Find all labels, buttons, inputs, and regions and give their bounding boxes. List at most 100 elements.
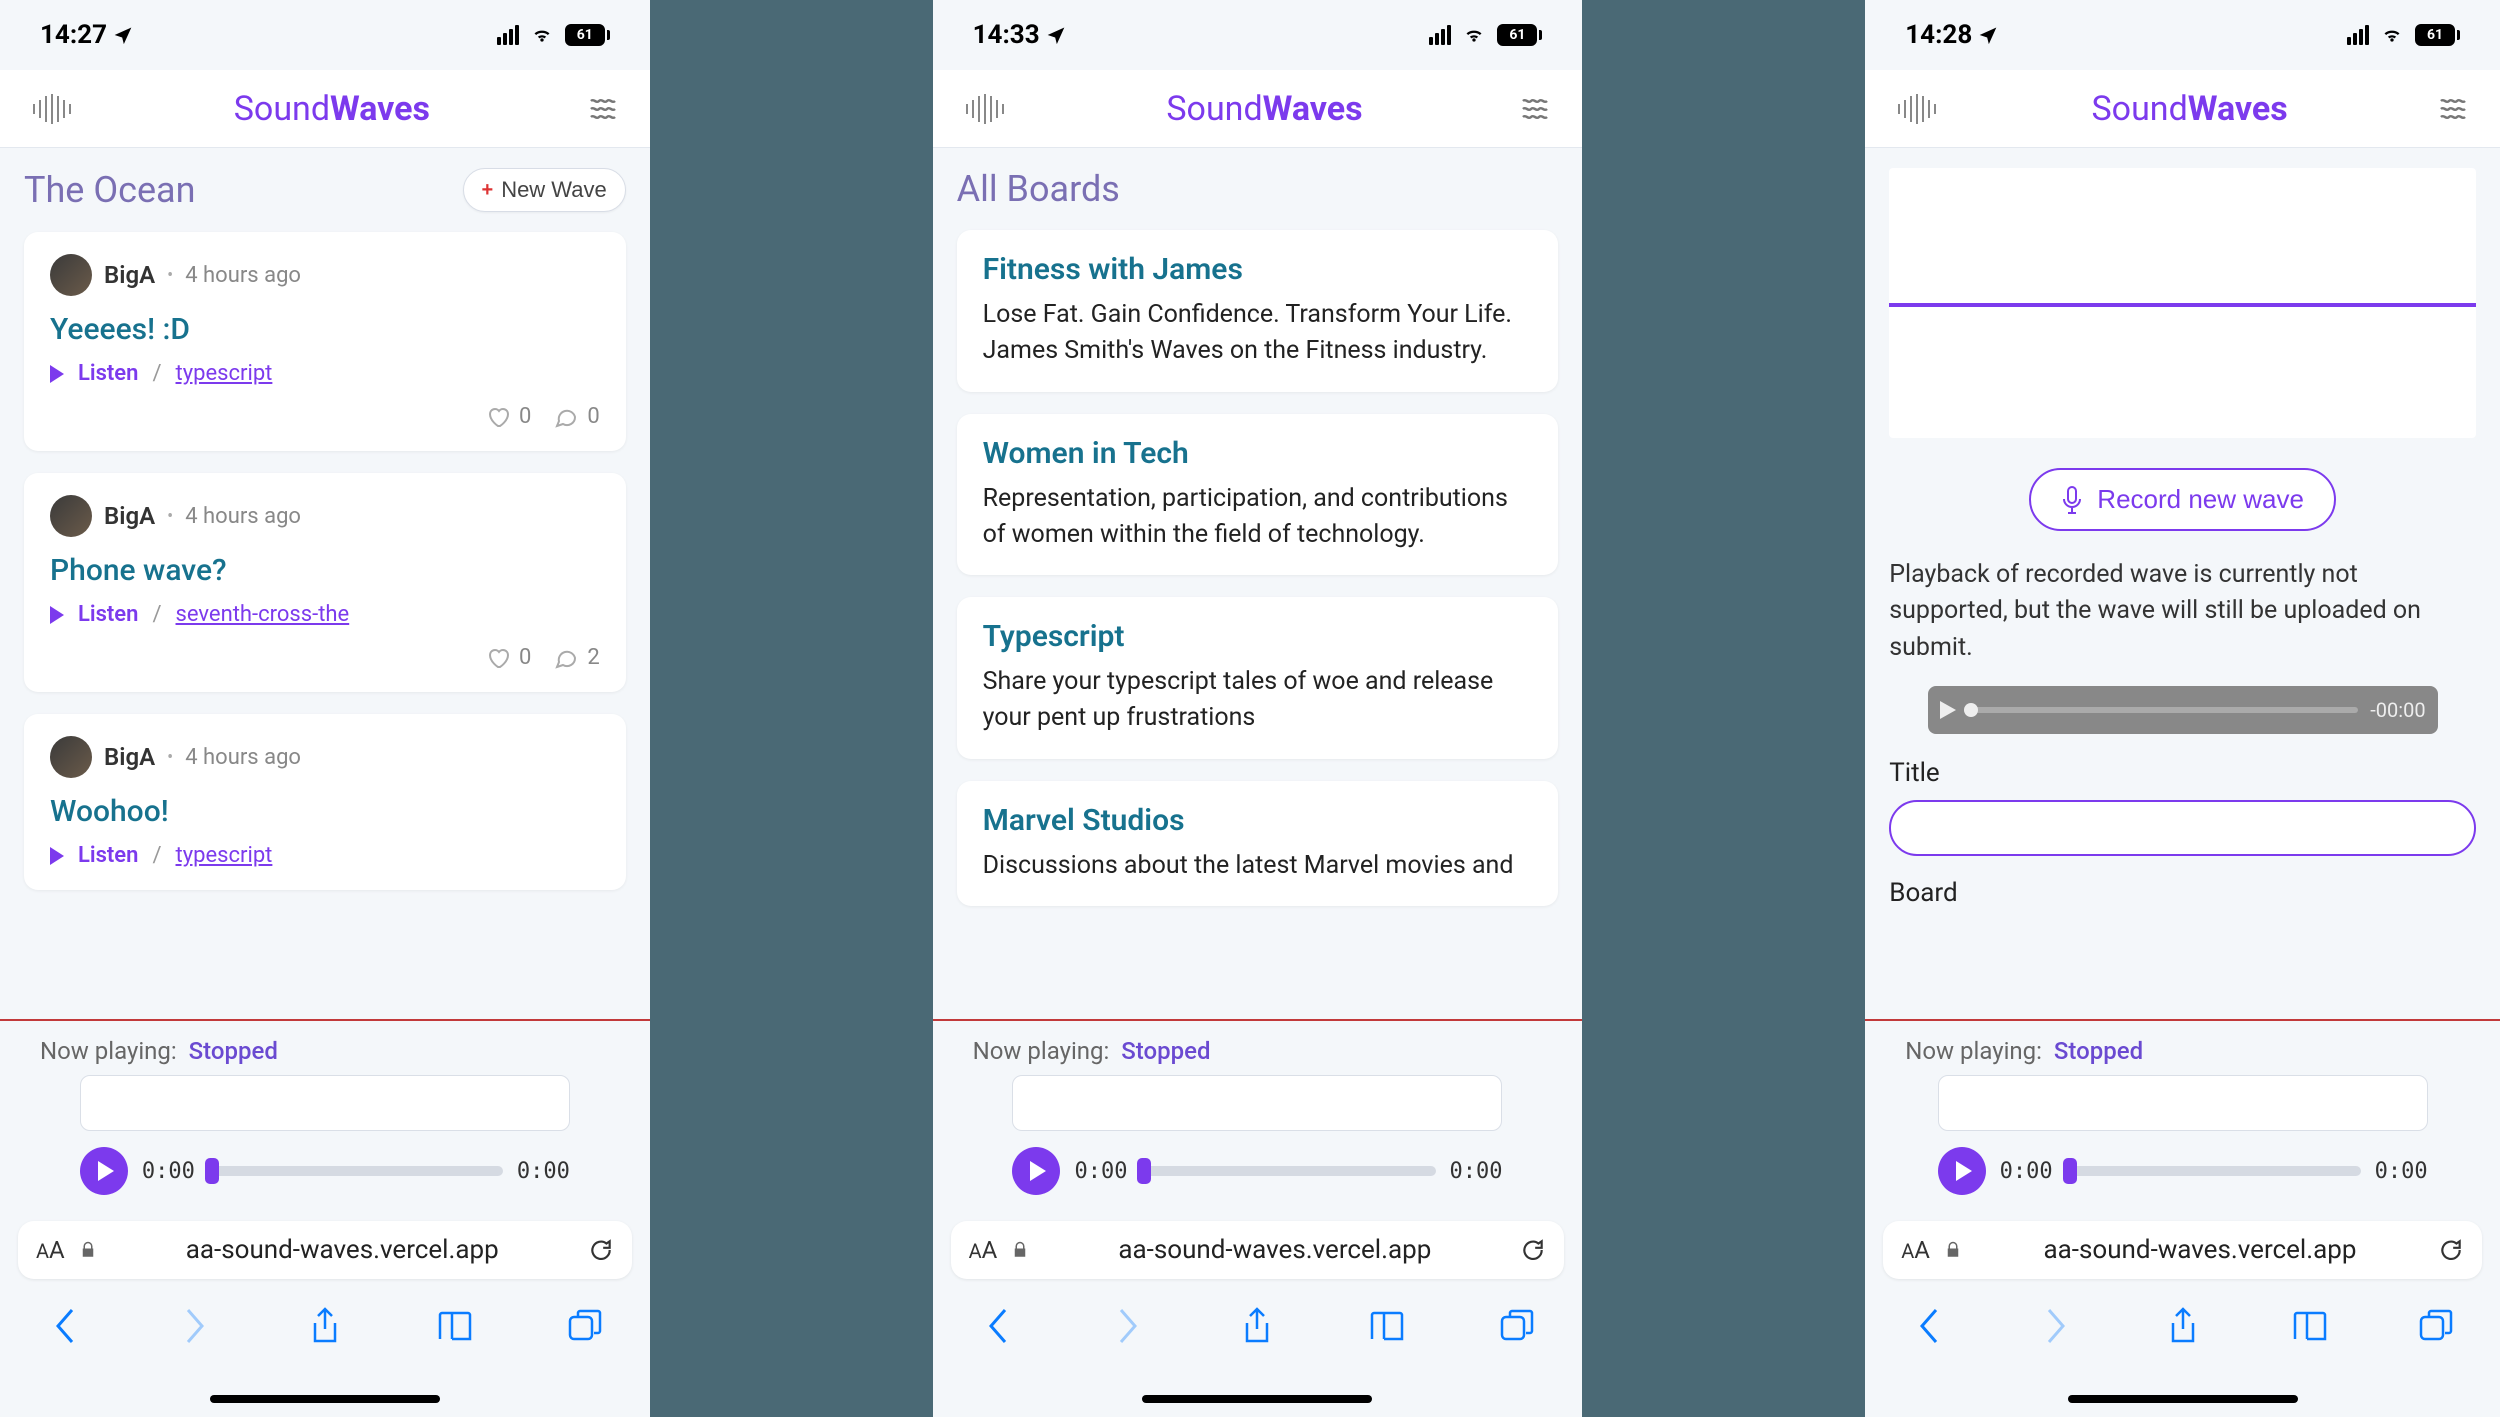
play-icon[interactable] xyxy=(50,365,64,383)
share-button[interactable] xyxy=(2163,1306,2203,1346)
lock-icon xyxy=(79,1239,97,1261)
tabs-button[interactable] xyxy=(2416,1306,2456,1346)
avatar[interactable] xyxy=(50,736,92,778)
forward-button[interactable] xyxy=(2036,1306,2076,1346)
bookmarks-button[interactable] xyxy=(1367,1306,1407,1346)
wave-card[interactable]: BigA • 4 hours ago Phone wave? Listen / … xyxy=(24,473,626,692)
wifi-icon xyxy=(2379,25,2405,45)
listen-button[interactable]: Listen xyxy=(78,602,138,627)
like-button[interactable]: 0 xyxy=(485,404,531,429)
username[interactable]: BigA xyxy=(104,261,155,289)
back-button[interactable] xyxy=(978,1306,1018,1346)
lock-icon xyxy=(1944,1239,1962,1261)
player-status: Stopped xyxy=(1121,1037,1210,1065)
seek-slider[interactable] xyxy=(209,1166,503,1176)
avatar[interactable] xyxy=(50,495,92,537)
home-indicator[interactable] xyxy=(1142,1395,1372,1403)
board-link[interactable]: typescript xyxy=(176,361,273,386)
text-size-button[interactable]: AA xyxy=(969,1236,998,1264)
text-size-button[interactable]: AA xyxy=(1901,1236,1930,1264)
seek-slider[interactable] xyxy=(2067,1166,2361,1176)
forward-button[interactable] xyxy=(175,1306,215,1346)
board-desc: Lose Fat. Gain Confidence. Transform You… xyxy=(983,297,1533,370)
player-title-box xyxy=(1012,1075,1502,1131)
home-indicator[interactable] xyxy=(210,1395,440,1403)
address-bar[interactable]: AA aa-sound-waves.vercel.app xyxy=(951,1221,1565,1279)
board-link[interactable]: typescript xyxy=(176,843,273,868)
soundwave-icon[interactable] xyxy=(30,94,74,124)
home-indicator[interactable] xyxy=(2068,1395,2298,1403)
tabs-button[interactable] xyxy=(1497,1306,1537,1346)
share-button[interactable] xyxy=(1237,1306,1277,1346)
tabs-button[interactable] xyxy=(565,1306,605,1346)
signal-icon xyxy=(497,25,519,45)
reload-icon[interactable] xyxy=(1520,1237,1546,1263)
play-icon[interactable] xyxy=(50,606,64,624)
wifi-icon xyxy=(529,25,555,45)
title-input[interactable] xyxy=(1889,800,2476,856)
app-brand[interactable]: SoundWaves xyxy=(234,89,430,129)
comment-button[interactable]: 2 xyxy=(553,645,599,670)
wave-card[interactable]: BigA • 4 hours ago Yeeees! :D Listen / t… xyxy=(24,232,626,451)
back-button[interactable] xyxy=(45,1306,85,1346)
comment-button[interactable]: 0 xyxy=(553,404,599,429)
record-button[interactable]: Record new wave xyxy=(2029,468,2336,531)
seek-thumb[interactable] xyxy=(1137,1158,1151,1184)
wave-card[interactable]: BigA • 4 hours ago Woohoo! Listen / type… xyxy=(24,714,626,890)
url-text: aa-sound-waves.vercel.app xyxy=(1976,1235,2424,1265)
address-bar[interactable]: AA aa-sound-waves.vercel.app xyxy=(18,1221,632,1279)
app-brand[interactable]: SoundWaves xyxy=(1166,89,1362,129)
reload-icon[interactable] xyxy=(588,1237,614,1263)
board-card[interactable]: Fitness with James Lose Fat. Gain Confid… xyxy=(957,230,1559,392)
avatar[interactable] xyxy=(50,254,92,296)
menu-waves-icon[interactable] xyxy=(590,97,620,121)
board-card[interactable]: Typescript Share your typescript tales o… xyxy=(957,597,1559,759)
bookmarks-button[interactable] xyxy=(435,1306,475,1346)
now-playing-label: Now playing: xyxy=(1905,1037,2042,1065)
seek-thumb[interactable] xyxy=(2063,1158,2077,1184)
username[interactable]: BigA xyxy=(104,502,155,530)
forward-button[interactable] xyxy=(1108,1306,1148,1346)
app-brand[interactable]: SoundWaves xyxy=(2091,89,2287,129)
play-icon xyxy=(98,1161,114,1181)
timestamp: 4 hours ago xyxy=(185,745,301,770)
listen-button[interactable]: Listen xyxy=(78,843,138,868)
wave-title[interactable]: Phone wave? xyxy=(50,553,600,588)
text-size-button[interactable]: AA xyxy=(36,1236,65,1264)
play-button[interactable] xyxy=(80,1147,128,1195)
reload-icon[interactable] xyxy=(2438,1237,2464,1263)
play-icon xyxy=(1956,1161,1972,1181)
seek-slider[interactable] xyxy=(1141,1166,1435,1176)
play-icon[interactable] xyxy=(50,847,64,865)
bookmarks-button[interactable] xyxy=(2290,1306,2330,1346)
like-button[interactable]: 0 xyxy=(485,645,531,670)
audio-preview[interactable]: -00:00 xyxy=(1928,686,2438,734)
safari-bar: AA aa-sound-waves.vercel.app xyxy=(1865,1209,2500,1361)
wave-title[interactable]: Yeeees! :D xyxy=(50,312,600,347)
address-bar[interactable]: AA aa-sound-waves.vercel.app xyxy=(1883,1221,2482,1279)
board-card[interactable]: Marvel Studios Discussions about the lat… xyxy=(957,781,1559,906)
back-button[interactable] xyxy=(1909,1306,1949,1346)
play-button[interactable] xyxy=(1012,1147,1060,1195)
board-card[interactable]: Women in Tech Representation, participat… xyxy=(957,414,1559,576)
menu-waves-icon[interactable] xyxy=(1522,97,1552,121)
seek-thumb[interactable] xyxy=(205,1158,219,1184)
time-elapsed: 0:00 xyxy=(1074,1159,1127,1184)
play-icon[interactable] xyxy=(1940,701,1956,719)
soundwave-icon[interactable] xyxy=(963,94,1007,124)
player-status: Stopped xyxy=(2054,1037,2143,1065)
now-playing-label: Now playing: xyxy=(40,1037,177,1065)
now-playing-bar: Now playing: Stopped 0:00 0:00 xyxy=(933,1021,1583,1207)
board-link[interactable]: seventh-cross-the xyxy=(176,602,350,627)
wave-title[interactable]: Woohoo! xyxy=(50,794,600,829)
menu-waves-icon[interactable] xyxy=(2440,97,2470,121)
share-button[interactable] xyxy=(305,1306,345,1346)
new-wave-button[interactable]: + New Wave xyxy=(463,168,626,212)
time-total: 0:00 xyxy=(517,1159,570,1184)
username[interactable]: BigA xyxy=(104,743,155,771)
location-arrow-icon xyxy=(113,25,133,45)
play-button[interactable] xyxy=(1938,1147,1986,1195)
url-text: aa-sound-waves.vercel.app xyxy=(1043,1235,1506,1265)
soundwave-icon[interactable] xyxy=(1895,94,1939,124)
listen-button[interactable]: Listen xyxy=(78,361,138,386)
